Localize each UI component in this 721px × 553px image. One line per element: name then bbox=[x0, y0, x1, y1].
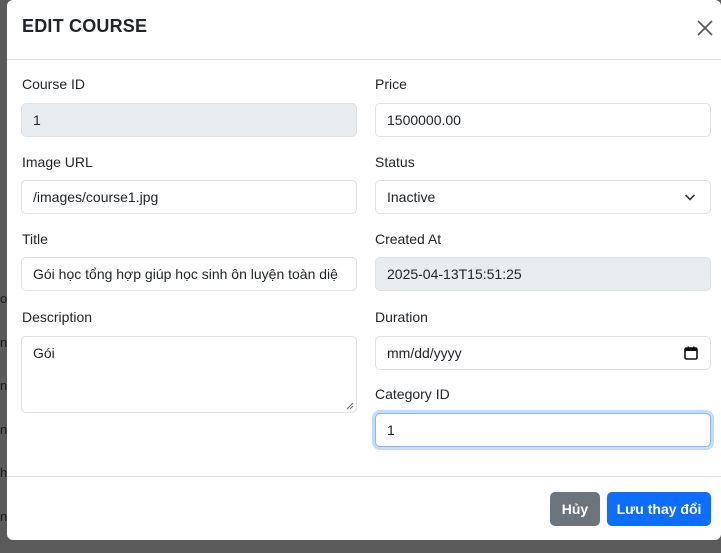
duration-placeholder: mm/dd/yyyy bbox=[387, 345, 462, 361]
course-id-label: Course ID bbox=[22, 76, 86, 92]
cancel-button[interactable]: Hủy bbox=[550, 492, 600, 526]
status-value: Inactive bbox=[387, 189, 436, 205]
modal-footer: Hủy Lưu thay đổi bbox=[7, 476, 721, 540]
description-field[interactable]: Gói bbox=[21, 336, 357, 413]
close-icon bbox=[697, 20, 713, 36]
image-url-field[interactable]: /images/course1.jpg bbox=[21, 180, 357, 214]
duration-label: Duration bbox=[375, 309, 428, 325]
modal-title: EDIT COURSE bbox=[22, 16, 148, 36]
duration-date-field[interactable]: mm/dd/yyyy bbox=[375, 336, 711, 370]
title-field[interactable]: Gói học tổng hợp giúp học sinh ôn luyện … bbox=[21, 257, 357, 291]
description-text: Gói bbox=[33, 345, 55, 361]
category-id-label: Category ID bbox=[375, 386, 450, 402]
created-at-field[interactable]: 2025-04-13T15:51:25 bbox=[375, 257, 711, 291]
image-url-label: Image URL bbox=[22, 154, 93, 170]
price-field[interactable]: 1500000.00 bbox=[375, 103, 711, 137]
edit-course-modal: EDIT COURSE Course ID 1 Image URL /image… bbox=[7, 0, 721, 540]
resize-grip-icon[interactable] bbox=[346, 402, 354, 410]
description-label: Description bbox=[22, 309, 93, 325]
price-label: Price bbox=[375, 76, 407, 92]
close-button[interactable] bbox=[693, 16, 717, 40]
chevron-down-icon bbox=[684, 194, 696, 201]
calendar-icon[interactable] bbox=[684, 346, 698, 360]
status-label: Status bbox=[375, 154, 415, 170]
created-at-label: Created At bbox=[375, 231, 442, 247]
title-label: Title bbox=[22, 231, 48, 247]
course-id-field[interactable]: 1 bbox=[21, 103, 357, 137]
category-id-field[interactable]: 1 bbox=[375, 413, 711, 447]
status-select[interactable]: Inactive bbox=[375, 180, 711, 214]
modal-header: EDIT COURSE bbox=[7, 0, 721, 60]
save-changes-button[interactable]: Lưu thay đổi bbox=[607, 492, 711, 526]
